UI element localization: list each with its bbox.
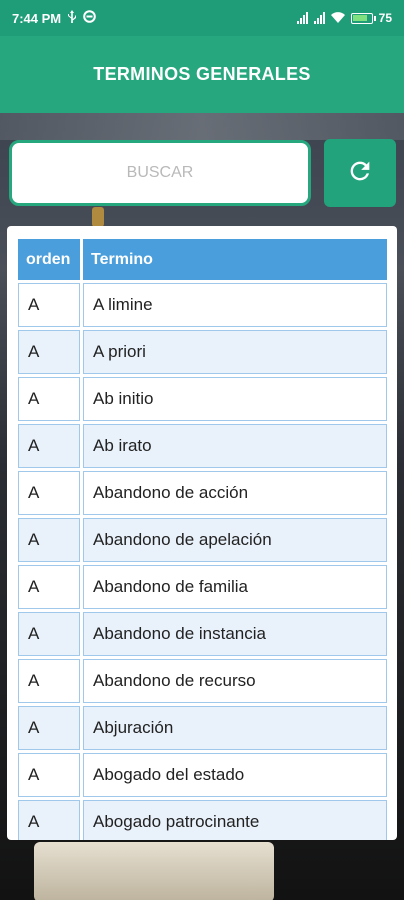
cell-orden: A [18, 565, 80, 609]
terms-card: orden Termino A A limine A A priori A Ab… [7, 226, 397, 840]
app-bar: TERMINOS GENERALES [0, 36, 404, 113]
cell-termino[interactable]: Abogado patrocinante [83, 800, 387, 840]
table-row[interactable]: A Abandono de recurso [18, 659, 387, 703]
cell-termino[interactable]: Abogado del estado [83, 753, 387, 797]
refresh-icon [346, 157, 374, 190]
background-statue [34, 842, 274, 900]
search-input[interactable] [12, 164, 308, 182]
cell-termino[interactable]: A limine [83, 283, 387, 327]
table-row[interactable]: A Ab initio [18, 377, 387, 421]
refresh-button[interactable] [324, 139, 396, 207]
table-row[interactable]: A Abjuración [18, 706, 387, 750]
cell-orden: A [18, 283, 80, 327]
signal-icon-2 [313, 12, 325, 24]
cell-termino[interactable]: Abandono de familia [83, 565, 387, 609]
cell-termino[interactable]: Abandono de acción [83, 471, 387, 515]
table-row[interactable]: A Ab irato [18, 424, 387, 468]
battery-icon [350, 12, 376, 24]
cell-orden: A [18, 753, 80, 797]
cell-termino[interactable]: Abandono de recurso [83, 659, 387, 703]
cell-orden: A [18, 800, 80, 840]
cell-termino[interactable]: Abandono de instancia [83, 612, 387, 656]
table-row[interactable]: A Abogado del estado [18, 753, 387, 797]
cell-termino[interactable]: Abandono de apelación [83, 518, 387, 562]
cell-orden: A [18, 612, 80, 656]
terms-table: orden Termino A A limine A A priori A Ab… [15, 236, 390, 840]
search-box[interactable] [9, 140, 311, 206]
battery-level: 75 [378, 11, 392, 25]
header-orden: orden [18, 239, 80, 280]
header-termino: Termino [83, 239, 387, 280]
table-row[interactable]: A A priori [18, 330, 387, 374]
status-time: 7:44 PM [12, 10, 62, 26]
cell-termino[interactable]: Ab irato [83, 424, 387, 468]
cell-orden: A [18, 518, 80, 562]
background-ornament [92, 207, 104, 227]
cell-orden: A [18, 330, 80, 374]
table-row[interactable]: A Abandono de acción [18, 471, 387, 515]
cell-termino[interactable]: Abjuración [83, 706, 387, 750]
table-row[interactable]: A A limine [18, 283, 387, 327]
data-saver-icon [83, 10, 96, 26]
signal-icon [296, 12, 308, 24]
cell-orden: A [18, 706, 80, 750]
cell-orden: A [18, 424, 80, 468]
table-row[interactable]: A Abandono de instancia [18, 612, 387, 656]
wifi-icon [330, 11, 345, 26]
page-title: TERMINOS GENERALES [93, 64, 311, 84]
cell-termino[interactable]: Ab initio [83, 377, 387, 421]
table-row[interactable]: A Abandono de familia [18, 565, 387, 609]
cell-orden: A [18, 471, 80, 515]
background-shelf [0, 112, 404, 140]
usb-icon [67, 10, 77, 26]
table-row[interactable]: A Abandono de apelación [18, 518, 387, 562]
cell-orden: A [18, 659, 80, 703]
cell-termino[interactable]: A priori [83, 330, 387, 374]
table-row[interactable]: A Abogado patrocinante [18, 800, 387, 840]
cell-orden: A [18, 377, 80, 421]
table-header-row: orden Termino [18, 239, 387, 280]
status-bar: 7:44 PM 75 [0, 0, 404, 36]
